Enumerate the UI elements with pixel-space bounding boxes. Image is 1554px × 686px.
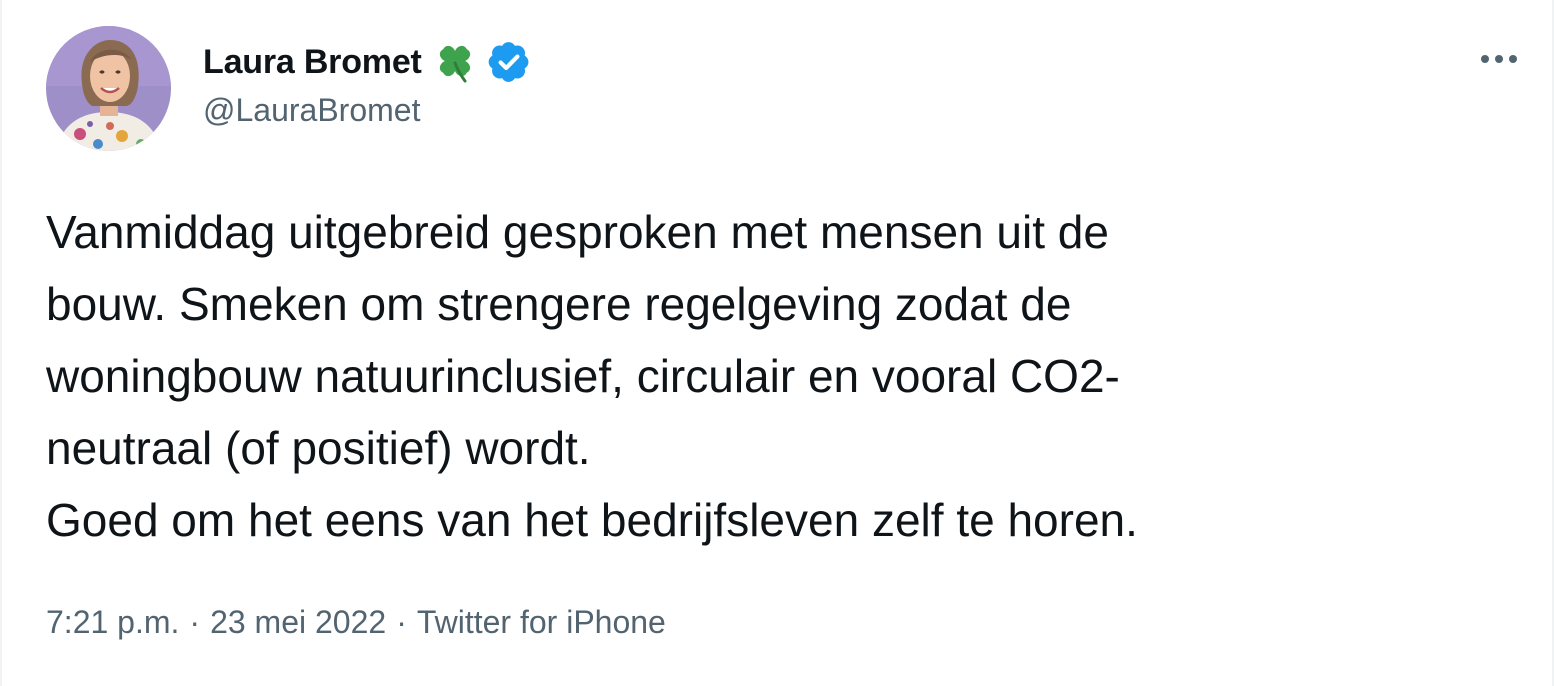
tweet-timestamp-time[interactable]: 7:21 p.m. [46,604,179,641]
author-display-name[interactable]: Laura Bromet [203,43,422,82]
tweet-text-line: Vanmiddag uitgebreid gesproken met mense… [46,206,1109,258]
avatar-image [46,26,171,151]
author-name-row: Laura Bromet [203,38,530,86]
more-options-button[interactable] [1472,42,1526,76]
tweet-source-link[interactable]: Twitter for iPhone [417,604,666,641]
more-options-icon [1481,55,1517,63]
tweet-text-line: woningbouw natuurinclusief, circulair en… [46,350,1120,402]
tweet-metadata: 7:21 p.m. · 23 mei 2022 · Twitter for iP… [46,604,666,641]
meta-separator: · [396,604,407,640]
verified-badge-icon[interactable] [488,41,530,83]
tweet-text-line: bouw. Smeken om strengere regelgeving zo… [46,278,1072,330]
tweet-card: Laura Bromet @LauraBromet Vanmiddag uitg… [0,0,1554,686]
tweet-timestamp-date[interactable]: 23 mei 2022 [210,604,386,641]
tweet-text-line: Goed om het eens van het bedrijfsleven z… [46,494,1138,546]
four-leaf-clover-icon [432,39,478,85]
meta-separator: · [189,604,201,640]
author-handle[interactable]: @LauraBromet [203,92,420,129]
tweet-text-line: neutraal (of positief) wordt. [46,422,591,474]
tweet-text: Vanmiddag uitgebreid gesproken met mense… [46,196,1516,556]
author-avatar[interactable] [46,26,171,151]
